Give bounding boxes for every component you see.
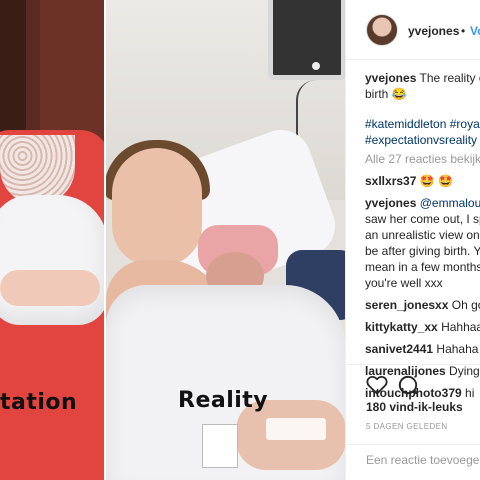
comment: seren_jonesxx Oh god: [365, 297, 480, 313]
comment-username[interactable]: yvejones: [365, 196, 416, 210]
arm: [0, 270, 100, 306]
comment-text: Oh god: [451, 298, 480, 312]
comment: yvejones @emmalouii: [365, 195, 480, 211]
comment-bubble-icon[interactable]: [398, 375, 418, 395]
hospital-wristband: [202, 424, 238, 468]
iv-tape: [266, 418, 326, 440]
comment-text: an unrealistic view on: [365, 228, 480, 242]
post-header: yvejones • Vo: [346, 0, 480, 60]
expectation-panel: tation: [0, 0, 104, 480]
follow-button[interactable]: Vo: [470, 24, 480, 38]
comment-text: Hahaha s: [436, 342, 480, 356]
action-bar: [346, 364, 480, 396]
comment-text: you're well xxx: [365, 276, 443, 290]
comment: kittykatty_xx Hahhaa: [365, 319, 480, 335]
post-date: 5 DAGEN GELEDEN: [366, 422, 448, 431]
avatar[interactable]: [366, 14, 398, 46]
view-all-comments-link[interactable]: Alle 27 reacties bekijke: [365, 151, 480, 167]
comment-username[interactable]: sxllxrs37: [365, 174, 416, 188]
caption-text-2: birth 😂: [365, 87, 407, 101]
caption-text: The reality o: [419, 71, 480, 85]
comment-username[interactable]: sanivet2441: [365, 342, 433, 356]
comment-username[interactable]: kittykatty_xx: [365, 320, 438, 334]
monitor-logo: [312, 62, 320, 70]
woman-hair: [0, 0, 26, 150]
comment-text: be after giving birth. Y: [365, 244, 480, 258]
post-photo[interactable]: tation Reality: [0, 0, 345, 480]
hospital-monitor: [268, 0, 345, 80]
comment: sanivet2441 Hahaha s: [365, 341, 480, 357]
likes-count[interactable]: 180 vind-ik-leuks: [366, 400, 463, 414]
add-comment-input[interactable]: [366, 453, 480, 467]
post-side-panel: yvejones • Vo yvejones The reality o bir…: [345, 0, 480, 480]
comments-list: yvejones The reality o birth 😂 #katemidd…: [365, 70, 480, 401]
hashtags-line-1[interactable]: #katemiddleton #royal: [365, 116, 480, 132]
hashtags-line-2[interactable]: #expectationvsreality #: [365, 132, 480, 148]
mother-face: [112, 148, 202, 266]
comment-text: Hahhaa: [441, 320, 480, 334]
caption-username[interactable]: yvejones: [365, 71, 416, 85]
caption: yvejones The reality o: [365, 70, 480, 86]
comment-text: saw her come out, I sp: [365, 212, 480, 226]
expectation-label: tation: [0, 390, 78, 415]
comment-username[interactable]: seren_jonesxx: [365, 298, 448, 312]
reality-label: Reality: [178, 388, 269, 413]
comment-text: mean in a few months: [365, 260, 480, 274]
comment-mention[interactable]: @emmalouii: [420, 196, 480, 210]
header-username[interactable]: yvejones: [408, 24, 459, 38]
comment: sxllxrs37 🤩 🤩: [365, 173, 480, 189]
comment-text: 🤩 🤩: [419, 174, 453, 188]
add-comment-bar: [346, 444, 480, 480]
heart-icon[interactable]: [366, 375, 388, 395]
separator-dot: •: [461, 24, 466, 38]
